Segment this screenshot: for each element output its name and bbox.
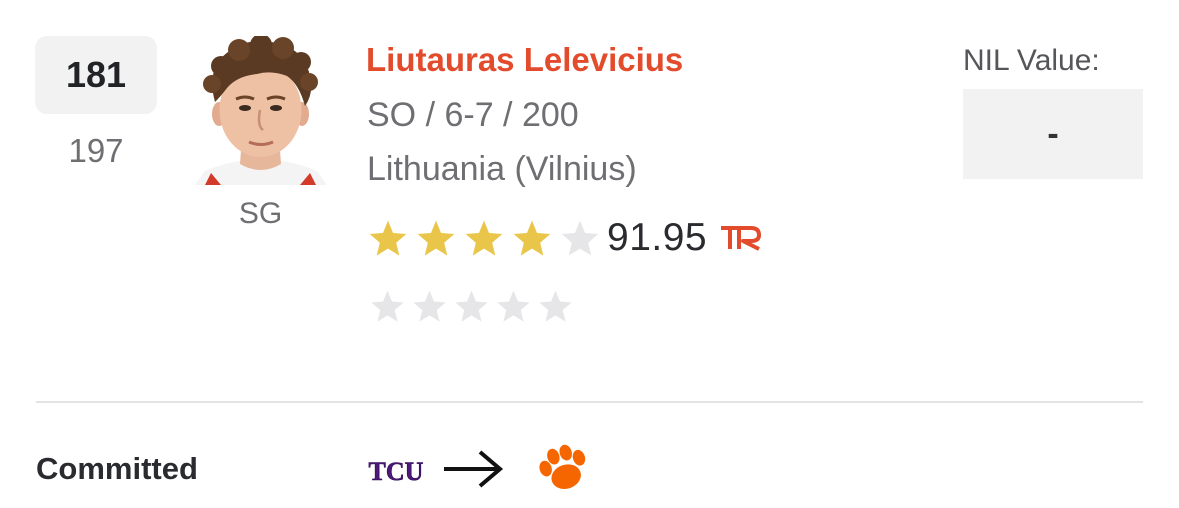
secondary-star-rating-stars <box>369 288 579 324</box>
divider <box>36 401 1143 403</box>
player-class-height-weight: SO / 6-7 / 200 <box>367 96 579 134</box>
rating-filled-star-icon <box>369 220 407 256</box>
rank-badge: 181 <box>35 36 157 114</box>
star-rating-stars <box>367 218 607 258</box>
nil-value: - <box>1047 114 1059 153</box>
secondary-empty-star-icon <box>497 290 530 322</box>
clemson-paw-icon[interactable] <box>537 443 591 497</box>
right-arrow-icon <box>444 450 504 488</box>
rank-value: 181 <box>65 54 127 95</box>
player-position: SG <box>238 197 283 230</box>
secondary-star-rating <box>369 288 579 324</box>
rating-empty-star-icon <box>561 220 599 256</box>
rating-score: 91.95 <box>607 216 708 259</box>
status-label: Committed <box>36 451 198 486</box>
secondary-empty-star-icon <box>455 290 488 322</box>
star-rating: 91.95 <box>367 216 763 260</box>
tcu-logo[interactable]: TCU <box>366 452 426 488</box>
rating-filled-star-icon <box>465 220 503 256</box>
secondary-empty-star-icon <box>413 290 446 322</box>
rating-filled-star-icon <box>417 220 455 256</box>
previous-rank: 197 <box>68 132 124 169</box>
svg-text:TCU: TCU <box>369 457 424 486</box>
rating-filled-star-icon <box>513 220 551 256</box>
nil-label: NIL Value: <box>963 44 1100 77</box>
player-name-link[interactable]: Liutauras Lelevicius <box>366 41 683 79</box>
nil-value-box: - <box>963 89 1143 179</box>
secondary-empty-star-icon <box>539 290 572 322</box>
player-photo <box>187 36 334 185</box>
player-hometown: Lithuania (Vilnius) <box>367 150 637 188</box>
tr-logo-icon <box>721 226 762 251</box>
secondary-empty-star-icon <box>371 290 404 322</box>
